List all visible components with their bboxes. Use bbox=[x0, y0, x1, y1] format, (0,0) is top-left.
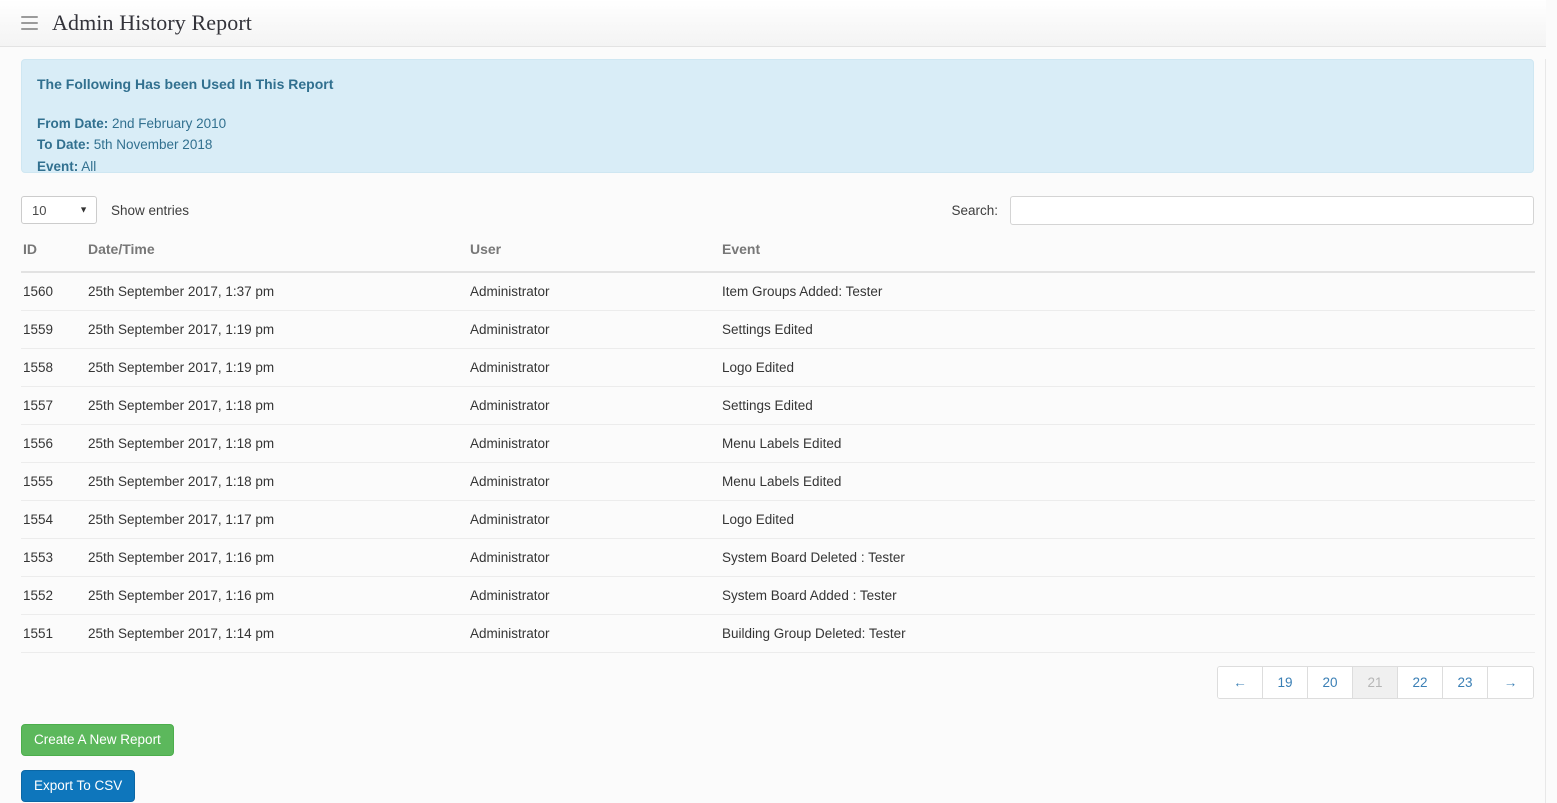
cell-id: 1557 bbox=[21, 386, 88, 425]
page-content: The Following Has been Used In This Repo… bbox=[0, 59, 1546, 803]
cell-event: System Board Deleted : Tester bbox=[722, 538, 1535, 577]
cell-event: Logo Edited bbox=[722, 500, 1535, 539]
cell-id: 1555 bbox=[21, 462, 88, 501]
cell-event: Building Group Deleted: Tester bbox=[722, 614, 1535, 653]
cell-event: Menu Labels Edited bbox=[722, 462, 1535, 501]
hamburger-icon[interactable] bbox=[21, 16, 38, 30]
cell-event: Settings Edited bbox=[722, 310, 1535, 349]
table-row: 1551 25th September 2017, 1:14 pm Administ… bbox=[21, 614, 1535, 653]
cell-user: Administrator bbox=[470, 424, 722, 463]
pagination-previous[interactable]: ← bbox=[1218, 667, 1263, 698]
cell-datetime: 25th September 2017, 1:16 pm bbox=[88, 538, 470, 577]
cell-user: Administrator bbox=[470, 348, 722, 387]
to-date-row: To Date: 5th November 2018 bbox=[37, 135, 1517, 155]
table-header-row: ID Date/Time User Event bbox=[21, 241, 1535, 273]
table-row: 1554 25th September 2017, 1:17 pm Administ… bbox=[21, 500, 1535, 539]
cell-user: Administrator bbox=[470, 310, 722, 349]
pagination-page-20[interactable]: 20 bbox=[1308, 667, 1353, 698]
hamburger-bar bbox=[21, 16, 38, 18]
cell-id: 1556 bbox=[21, 424, 88, 463]
cell-datetime: 25th September 2017, 1:14 pm bbox=[88, 614, 470, 653]
cell-id: 1551 bbox=[21, 614, 88, 653]
chevron-down-icon: ▼ bbox=[79, 204, 88, 215]
cell-id: 1554 bbox=[21, 500, 88, 539]
pagination: ← 19 20 21 22 23 → bbox=[1217, 666, 1534, 699]
cell-user: Administrator bbox=[470, 462, 722, 501]
export-csv-button[interactable]: Export To CSV bbox=[21, 770, 136, 803]
column-header-id[interactable]: ID bbox=[21, 241, 88, 273]
table-row: 1558 25th September 2017, 1:19 pm Administ… bbox=[21, 348, 1535, 387]
cell-user: Administrator bbox=[470, 272, 722, 311]
page-length-value: 10 bbox=[32, 202, 47, 218]
page-length-control: 10 ▼ Show entries bbox=[21, 196, 189, 224]
app-header: Admin History Report bbox=[0, 0, 1546, 47]
cell-datetime: 25th September 2017, 1:16 pm bbox=[88, 576, 470, 615]
from-date-row: From Date: 2nd February 2010 bbox=[37, 114, 1517, 134]
cell-id: 1558 bbox=[21, 348, 88, 387]
table-head: ID Date/Time User Event bbox=[21, 241, 1535, 273]
event-filter-value: All bbox=[81, 158, 97, 174]
cell-user: Administrator bbox=[470, 538, 722, 577]
event-filter-label: Event: bbox=[37, 158, 79, 174]
table-row: 1557 25th September 2017, 1:18 pm Administ… bbox=[21, 386, 1535, 425]
table-row: 1556 25th September 2017, 1:18 pm Administ… bbox=[21, 424, 1535, 463]
event-filter-row: Event: All bbox=[37, 157, 1517, 177]
table-row: 1553 25th September 2017, 1:16 pm Administ… bbox=[21, 538, 1535, 577]
pagination-page-21: 21 bbox=[1353, 667, 1398, 698]
cell-user: Administrator bbox=[470, 500, 722, 539]
cell-id: 1553 bbox=[21, 538, 88, 577]
cell-id: 1552 bbox=[21, 576, 88, 615]
cell-user: Administrator bbox=[470, 614, 722, 653]
cell-user: Administrator bbox=[470, 386, 722, 425]
cell-datetime: 25th September 2017, 1:19 pm bbox=[88, 310, 470, 349]
search-control: Search: bbox=[951, 195, 1534, 225]
cell-datetime: 25th September 2017, 1:18 pm bbox=[88, 386, 470, 425]
hamburger-bar bbox=[21, 22, 38, 24]
page-length-select[interactable]: 10 ▼ bbox=[21, 196, 97, 224]
report-info-panel: The Following Has been Used In This Repo… bbox=[21, 59, 1534, 174]
table-body: 1560 25th September 2017, 1:37 pm Administ… bbox=[21, 272, 1535, 653]
to-date-value: 5th November 2018 bbox=[93, 137, 213, 153]
table-row: 1560 25th September 2017, 1:37 pm Administ… bbox=[21, 272, 1535, 311]
cell-user: Administrator bbox=[470, 576, 722, 615]
cell-event: Settings Edited bbox=[722, 386, 1535, 425]
report-info-title: The Following Has been Used In This Repo… bbox=[37, 76, 334, 92]
column-header-user[interactable]: User bbox=[470, 241, 722, 273]
from-date-value: 2nd February 2010 bbox=[112, 116, 227, 131]
cell-event: System Board Added : Tester bbox=[722, 576, 1535, 615]
to-date-label: To Date: bbox=[37, 137, 90, 153]
table-row: 1555 25th September 2017, 1:18 pm Administ… bbox=[21, 462, 1535, 501]
cell-datetime: 25th September 2017, 1:18 pm bbox=[88, 462, 470, 501]
cell-datetime: 25th September 2017, 1:17 pm bbox=[88, 500, 470, 539]
create-report-button[interactable]: Create A New Report bbox=[21, 724, 174, 757]
history-table: ID Date/Time User Event 1560 25th Septemb… bbox=[21, 241, 1535, 653]
pagination-next[interactable]: → bbox=[1488, 667, 1533, 698]
pagination-page-19[interactable]: 19 bbox=[1263, 667, 1308, 698]
page-title: Admin History Report bbox=[52, 10, 252, 35]
search-input[interactable] bbox=[1010, 195, 1534, 225]
pagination-page-23[interactable]: 23 bbox=[1443, 667, 1488, 698]
cell-id: 1559 bbox=[21, 310, 88, 349]
column-header-event[interactable]: Event bbox=[722, 241, 1535, 273]
search-label: Search: bbox=[951, 202, 998, 218]
hamburger-bar bbox=[21, 28, 38, 30]
cell-datetime: 25th September 2017, 1:37 pm bbox=[88, 272, 470, 311]
table-row: 1552 25th September 2017, 1:16 pm Administ… bbox=[21, 576, 1535, 615]
cell-id: 1560 bbox=[21, 272, 88, 311]
cell-event: Logo Edited bbox=[722, 348, 1535, 387]
table-controls: 10 ▼ Show entries Search: bbox=[21, 195, 1534, 225]
from-date-label: From Date: bbox=[37, 116, 109, 131]
cell-event: Menu Labels Edited bbox=[722, 424, 1535, 463]
cell-datetime: 25th September 2017, 1:18 pm bbox=[88, 424, 470, 463]
show-entries-label: Show entries bbox=[111, 202, 190, 218]
pagination-row: ← 19 20 21 22 23 → bbox=[0, 666, 1534, 699]
pagination-page-22[interactable]: 22 bbox=[1398, 667, 1443, 698]
cell-datetime: 25th September 2017, 1:19 pm bbox=[88, 348, 470, 387]
column-header-datetime[interactable]: Date/Time bbox=[88, 241, 470, 273]
cell-event: Item Groups Added: Tester bbox=[722, 272, 1535, 311]
table-row: 1559 25th September 2017, 1:19 pm Administ… bbox=[21, 310, 1535, 349]
